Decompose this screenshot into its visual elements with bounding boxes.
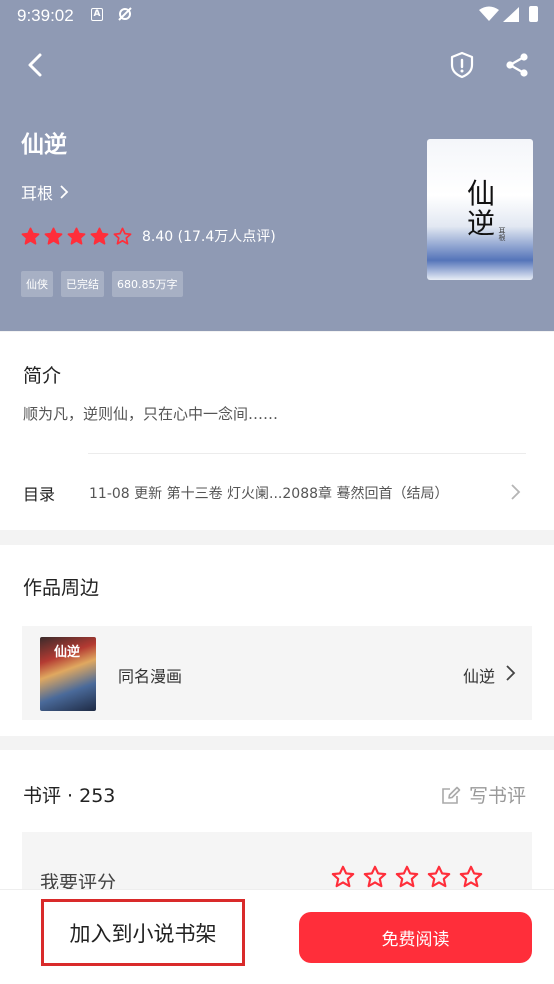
tag-status: 已完结 — [61, 271, 104, 297]
share-icon[interactable] — [502, 50, 532, 80]
book-tags: 仙侠 已完结 680.85万字 — [21, 271, 183, 297]
manhua-name: 仙逆 — [463, 667, 496, 686]
book-cover: 仙逆 耳根 — [427, 139, 533, 280]
rate-star-icon[interactable] — [331, 865, 355, 889]
write-review-button[interactable]: 写书评 — [441, 781, 526, 808]
rate-star-icon[interactable] — [395, 865, 419, 889]
star-filled-icon — [21, 227, 40, 245]
wifi-icon — [479, 6, 499, 21]
book-header: 9:39:02 A 仙逆 耳根 8.40 (17.4万人点评) 仙侠 已完结 6… — [0, 0, 554, 331]
toc-label: 目录 — [23, 485, 56, 504]
toc-row[interactable]: 目录 11-08 更新 第十三卷 灯火阑...2088章 蓦然回首（结局） — [0, 469, 554, 517]
manhua-thumbnail: 仙逆 — [40, 637, 96, 711]
cover-author: 耳根 — [498, 227, 506, 241]
rate-star-icon[interactable] — [363, 865, 387, 889]
star-filled-icon — [44, 227, 63, 245]
chevron-left-icon[interactable] — [20, 49, 52, 81]
manhua-thumb-title: 仙逆 — [54, 645, 81, 660]
book-title: 仙逆 — [21, 132, 67, 158]
write-review-label: 写书评 — [469, 785, 527, 807]
intro-text[interactable]: 顺为凡，逆则仙，只在心中一念间…… — [23, 403, 278, 424]
status-time: 9:39:02 — [17, 6, 74, 25]
chevron-right-icon — [60, 185, 69, 199]
edit-icon — [442, 786, 461, 804]
manhua-label: 同名漫画 — [118, 667, 183, 686]
rating-stars: 8.40 (17.4万人点评) — [21, 226, 276, 246]
around-heading: 作品周边 — [23, 577, 100, 599]
intro-card: 简介 顺为凡，逆则仙，只在心中一念间…… 目录 11-08 更新 第十三卷 灯火… — [0, 332, 554, 530]
tag-word-count: 680.85万字 — [112, 271, 183, 297]
a-icon: A — [91, 8, 103, 21]
notification-icon — [118, 7, 132, 21]
intro-heading: 简介 — [23, 365, 62, 387]
around-card: 作品周边 仙逆 同名漫画 仙逆 — [0, 545, 554, 736]
cover-title: 仙逆 — [466, 177, 495, 240]
battery-icon — [529, 6, 538, 22]
signal-icon — [503, 7, 519, 22]
star-filled-icon — [67, 227, 86, 245]
author-link[interactable]: 耳根 — [21, 180, 69, 204]
free-read-button[interactable]: 免费阅读 — [299, 912, 532, 963]
book-detail-screen: 9:39:02 A 仙逆 耳根 8.40 (17.4万人点评) 仙侠 已完结 6… — [0, 0, 554, 984]
rate-stars — [331, 865, 483, 889]
rating-score: 8.40 (17.4万人点评) — [142, 229, 276, 245]
star-filled-icon — [90, 227, 109, 245]
rate-star-icon[interactable] — [427, 865, 451, 889]
bottom-bar: 加入到小说书架 免费阅读 — [0, 889, 554, 984]
author-name: 耳根 — [21, 184, 54, 203]
star-outline-icon — [113, 227, 132, 245]
divider — [88, 453, 526, 454]
review-heading: 书评 · 253 — [23, 785, 116, 807]
manhua-item[interactable]: 仙逆 同名漫画 仙逆 — [22, 626, 532, 720]
tag-genre: 仙侠 — [21, 271, 53, 297]
toc-latest-chapter: 11-08 更新 第十三卷 灯火阑...2088章 蓦然回首（结局） — [89, 486, 449, 502]
add-to-shelf-button[interactable]: 加入到小说书架 — [41, 899, 245, 966]
shield-alert-icon[interactable] — [447, 50, 477, 80]
rate-star-icon[interactable] — [459, 865, 483, 889]
chevron-right-icon — [506, 665, 516, 681]
chevron-right-icon — [511, 484, 521, 500]
status-bar: 9:39:02 A — [0, 0, 554, 32]
